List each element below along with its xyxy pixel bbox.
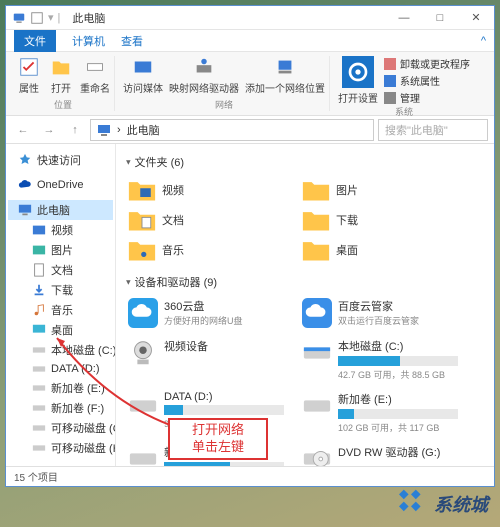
nav-videos[interactable]: 视频 — [8, 220, 113, 240]
drive-icon — [302, 338, 332, 368]
brand-logo: 系统城 — [394, 487, 488, 521]
nav-up[interactable]: ↑ — [64, 119, 86, 141]
drive-icon — [128, 391, 158, 421]
drive-icon — [32, 343, 46, 357]
folder-downloads[interactable]: 下载 — [300, 206, 450, 234]
nav-docs[interactable]: 文档 — [8, 260, 113, 280]
minimize-button[interactable]: — — [386, 6, 422, 30]
ribbon-addnet[interactable]: 添加一个网络位置 — [245, 56, 325, 95]
folder-icon — [302, 208, 330, 232]
path-box[interactable]: ›此电脑 — [90, 119, 374, 141]
nav-drive-g[interactable]: 可移动磁盘 (G:) — [8, 418, 113, 438]
drive-icon — [128, 444, 158, 466]
ribbon-mapnet[interactable]: 映射网络驱动器 — [169, 56, 239, 95]
nav-desktop[interactable]: 桌面 — [8, 320, 113, 340]
pc-icon — [18, 203, 32, 217]
star-icon — [18, 153, 32, 167]
drive-icon — [32, 421, 46, 435]
folder-icon — [302, 178, 330, 202]
cloud-icon — [302, 298, 332, 328]
drive-c[interactable]: 本地磁盘 (C:)42.7 GB 可用，共 88.5 GB — [300, 336, 460, 383]
nav-onedrive[interactable]: OneDrive — [8, 176, 113, 194]
folder-icon — [128, 238, 156, 262]
nav-drive-c[interactable]: 本地磁盘 (C:) — [8, 340, 113, 360]
drive-e[interactable]: 新加卷 (E:)102 GB 可用，共 117 GB — [300, 389, 460, 436]
picture-icon — [32, 243, 46, 257]
nav-pane: 快速访问 OneDrive 此电脑 视频 图片 文档 下载 音乐 桌面 本地磁盘… — [6, 144, 116, 466]
titlebar: ▾ | 此电脑 — □ ✕ — [6, 6, 494, 30]
ribbon-uninstall[interactable]: 卸载或更改程序 — [384, 56, 470, 71]
folder-desktop[interactable]: 桌面 — [300, 236, 450, 264]
folder-videos[interactable]: 视频 — [126, 176, 276, 204]
explorer-window: ▾ | 此电脑 — □ ✕ 文件 计算机 查看 ^ 属性 打开 重命名 位置 访… — [5, 5, 495, 487]
drive-icon — [32, 441, 46, 455]
ribbon: 属性 打开 重命名 位置 访问媒体 映射网络驱动器 添加一个网络位置 网络 打开… — [6, 52, 494, 116]
nav-downloads[interactable]: 下载 — [8, 280, 113, 300]
logo-icon — [394, 487, 428, 521]
camera-icon — [128, 338, 158, 368]
folder-pictures[interactable]: 图片 — [300, 176, 450, 204]
desktop-icon — [32, 323, 46, 337]
tab-view[interactable]: 查看 — [121, 33, 143, 49]
drive-icon — [302, 391, 332, 421]
watermark-url: www.xitongcheng.com — [364, 470, 482, 479]
ribbon-properties[interactable]: 属性 — [16, 56, 42, 95]
ribbon-manage[interactable]: 管理 — [384, 90, 470, 105]
menubar: 文件 计算机 查看 ^ — [6, 30, 494, 52]
drive-icon — [32, 401, 46, 415]
qat-icon[interactable] — [30, 11, 44, 25]
nav-thispc[interactable]: 此电脑 — [8, 200, 113, 220]
maximize-button[interactable]: □ — [422, 6, 458, 30]
doc-icon — [32, 263, 46, 277]
ribbon-open[interactable]: 打开 — [48, 56, 74, 95]
drive-icon — [32, 381, 46, 395]
folder-icon — [128, 208, 156, 232]
section-drives[interactable]: 设备和驱动器 (9) — [126, 274, 484, 290]
sysprop-icon — [384, 75, 396, 87]
section-folders[interactable]: 文件夹 (6) — [126, 154, 484, 170]
close-button[interactable]: ✕ — [458, 6, 494, 30]
drive-dvd[interactable]: DVD RW 驱动器 (G:) — [300, 442, 460, 466]
uninstall-icon — [384, 58, 396, 70]
dvd-icon — [302, 444, 332, 466]
nav-drive-h[interactable]: 可移动磁盘 (H:) — [8, 438, 113, 458]
nav-quick[interactable]: 快速访问 — [8, 150, 113, 170]
window-title: 此电脑 — [72, 10, 105, 26]
folder-icon — [128, 178, 156, 202]
ribbon-media[interactable]: 访问媒体 — [123, 56, 163, 95]
address-bar: ← → ↑ ›此电脑 搜索"此电脑" — [6, 116, 494, 144]
download-icon — [32, 283, 46, 297]
nav-fwd[interactable]: → — [38, 119, 60, 141]
ribbon-rename[interactable]: 重命名 — [80, 56, 110, 95]
music-icon — [32, 303, 46, 317]
folder-docs[interactable]: 文档 — [126, 206, 276, 234]
nav-back[interactable]: ← — [12, 119, 34, 141]
ribbon-sysprop[interactable]: 系统属性 — [384, 73, 470, 88]
drive-icon — [32, 362, 46, 376]
search-input[interactable]: 搜索"此电脑" — [378, 119, 488, 141]
nav-drive-d[interactable]: DATA (D:) — [8, 360, 113, 378]
folder-icon — [302, 238, 330, 262]
video-icon — [32, 223, 46, 237]
nav-music[interactable]: 音乐 — [8, 300, 113, 320]
cloud-icon — [18, 178, 32, 192]
ribbon-settings[interactable]: 打开设置 — [338, 56, 378, 105]
tab-computer[interactable]: 计算机 — [72, 33, 105, 49]
drive-baidu[interactable]: 百度云管家双击运行百度云管家 — [300, 296, 460, 330]
nav-drive-f[interactable]: 新加卷 (F:) — [8, 398, 113, 418]
cloud-icon — [128, 298, 158, 328]
nav-drive-e[interactable]: 新加卷 (E:) — [8, 378, 113, 398]
pc-icon — [12, 11, 26, 25]
manage-icon — [384, 92, 396, 104]
tab-file[interactable]: 文件 — [14, 30, 56, 52]
folder-music[interactable]: 音乐 — [126, 236, 276, 264]
annotation-callout: 打开网络 单击左键 — [168, 418, 268, 460]
drive-360[interactable]: 360云盘方便好用的网络U盘 — [126, 296, 286, 330]
ribbon-toggle[interactable]: ^ — [481, 35, 486, 47]
pc-icon — [97, 123, 111, 137]
drive-videodev[interactable]: 视频设备 — [126, 336, 286, 383]
nav-pictures[interactable]: 图片 — [8, 240, 113, 260]
